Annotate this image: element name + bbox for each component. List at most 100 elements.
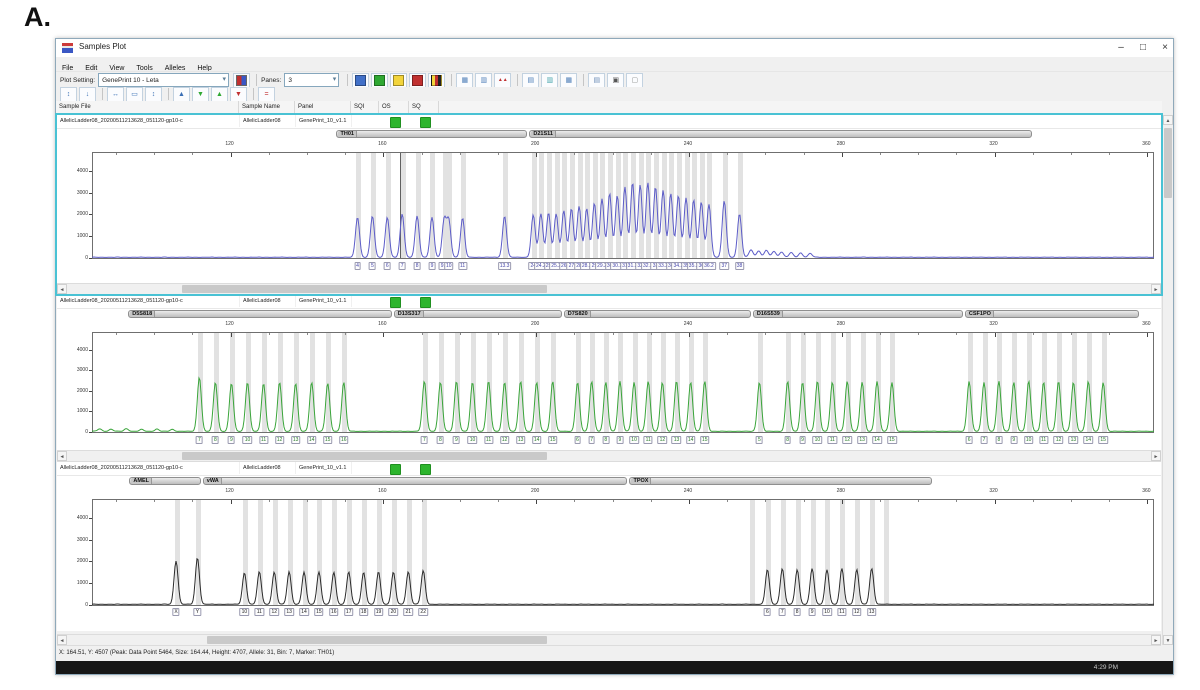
dye-green-button[interactable] bbox=[371, 73, 388, 88]
print-button[interactable]: ▣ bbox=[607, 73, 624, 88]
panes-combo[interactable]: 3 ▾ bbox=[284, 73, 339, 87]
allele-label[interactable]: 13 bbox=[1069, 436, 1079, 444]
allele-label[interactable]: 11 bbox=[644, 436, 653, 444]
allele-label[interactable]: 8 bbox=[414, 262, 421, 270]
scroll-right-arrow[interactable]: ► bbox=[1151, 635, 1161, 645]
scale-rfu-down-button[interactable]: ↓ bbox=[79, 87, 96, 102]
allele-label[interactable]: 5 bbox=[369, 262, 376, 270]
fit-to-window-button[interactable]: ▭ bbox=[126, 87, 143, 102]
allele-label[interactable]: 14 bbox=[307, 436, 317, 444]
allele-label[interactable]: 9 bbox=[809, 608, 816, 616]
allele-label[interactable]: 15 bbox=[700, 436, 710, 444]
allele-label[interactable]: 7 bbox=[779, 608, 786, 616]
allele-label[interactable]: 13 bbox=[516, 436, 526, 444]
allele-label[interactable]: 16 bbox=[329, 608, 339, 616]
allele-label[interactable]: 15 bbox=[548, 436, 558, 444]
allele-label[interactable]: X bbox=[172, 608, 179, 616]
zoom-x-out-button[interactable]: ↔ bbox=[107, 87, 124, 102]
allele-label[interactable]: 8 bbox=[602, 436, 609, 444]
allele-label[interactable]: 6 bbox=[384, 262, 391, 270]
plot-table-view-button[interactable]: ▥ bbox=[475, 73, 492, 88]
scroll-left-arrow[interactable]: ◄ bbox=[57, 284, 67, 294]
allele-label[interactable]: 11 bbox=[259, 436, 268, 444]
show-labels-button[interactable]: ▼ bbox=[192, 87, 209, 102]
show-all-peaks-button[interactable]: ▲ bbox=[173, 87, 190, 102]
marker-bar-amel[interactable]: AMEL bbox=[129, 477, 200, 485]
marker-bar-csf1po[interactable]: CSF1PO bbox=[965, 310, 1139, 318]
scroll-right-arrow[interactable]: ► bbox=[1151, 451, 1161, 461]
allele-label[interactable]: 15 bbox=[314, 608, 324, 616]
dye-red-button[interactable] bbox=[409, 73, 426, 88]
horizontal-scroll-thumb[interactable] bbox=[182, 285, 547, 293]
allele-label[interactable]: 5 bbox=[756, 436, 763, 444]
allele-label[interactable]: 11 bbox=[1039, 436, 1048, 444]
allele-label[interactable]: 4 bbox=[354, 262, 361, 270]
allele-label[interactable]: 14 bbox=[872, 436, 882, 444]
allele-label[interactable]: 11 bbox=[255, 608, 264, 616]
allele-label[interactable]: 14 bbox=[686, 436, 696, 444]
allele-label[interactable]: Y bbox=[194, 608, 201, 616]
allele-label[interactable]: 9 bbox=[1010, 436, 1017, 444]
allele-label[interactable]: 11 bbox=[484, 436, 493, 444]
allele-label[interactable]: 10 bbox=[243, 436, 253, 444]
overlay-panes-button[interactable]: ▥ bbox=[541, 73, 558, 88]
allele-label[interactable]: 13 bbox=[284, 608, 294, 616]
allele-label[interactable]: 10 bbox=[822, 608, 832, 616]
marker-bar-d16s539[interactable]: D16S539 bbox=[753, 310, 963, 318]
scroll-left-arrow[interactable]: ◄ bbox=[57, 635, 67, 645]
sample-info-row[interactable]: AllelicLadder08_20200511213628_051120-gp… bbox=[57, 462, 1161, 476]
allele-label[interactable]: 6 bbox=[574, 436, 581, 444]
allele-label[interactable]: 11 bbox=[458, 262, 467, 270]
lower-baseline-button[interactable]: ▼ bbox=[230, 87, 247, 102]
allele-label[interactable]: 14 bbox=[299, 608, 309, 616]
allele-label[interactable]: 13 bbox=[672, 436, 682, 444]
allele-label[interactable]: 20 bbox=[389, 608, 399, 616]
allele-label[interactable]: 12 bbox=[842, 436, 852, 444]
marker-bar-d7s820[interactable]: D7S820 bbox=[564, 310, 751, 318]
sample-info-row[interactable]: AllelicLadder08_20200511213628_051120-gp… bbox=[57, 115, 1161, 129]
allele-label[interactable]: 7 bbox=[196, 436, 203, 444]
allele-label[interactable]: 13 bbox=[291, 436, 301, 444]
allele-label[interactable]: 12 bbox=[269, 608, 279, 616]
allele-label[interactable]: 14 bbox=[532, 436, 542, 444]
allele-label[interactable]: 9 bbox=[799, 436, 806, 444]
allele-label[interactable]: 7 bbox=[588, 436, 595, 444]
allele-label[interactable]: 13 bbox=[867, 608, 877, 616]
horizontal-scroll-thumb[interactable] bbox=[207, 636, 547, 644]
allele-label[interactable]: 12 bbox=[275, 436, 285, 444]
allele-label[interactable]: 8 bbox=[996, 436, 1003, 444]
table-view-button[interactable]: ▦ bbox=[456, 73, 473, 88]
horizontal-scroll-thumb[interactable] bbox=[182, 452, 547, 460]
dye-blue-button[interactable] bbox=[352, 73, 369, 88]
marker-bar-tpox[interactable]: TPOX bbox=[629, 477, 932, 485]
dye-yellow-button[interactable] bbox=[390, 73, 407, 88]
allele-peaks-button[interactable]: ▲▲ bbox=[494, 73, 511, 88]
allele-label[interactable]: 13.3 bbox=[498, 262, 512, 270]
allele-label[interactable]: 15 bbox=[887, 436, 897, 444]
allele-label[interactable]: 15 bbox=[1098, 436, 1108, 444]
allele-label[interactable]: 7 bbox=[421, 436, 428, 444]
histogram-button[interactable]: ▦ bbox=[560, 73, 577, 88]
export-image-button[interactable]: ▢ bbox=[626, 73, 643, 88]
allele-label[interactable]: 12 bbox=[852, 608, 862, 616]
allele-label[interactable]: 9 bbox=[617, 436, 624, 444]
allele-label[interactable]: 11 bbox=[837, 608, 846, 616]
plot-setting-editor-icon[interactable] bbox=[233, 73, 250, 88]
allele-label[interactable]: 10 bbox=[468, 436, 478, 444]
allele-label[interactable]: 8 bbox=[794, 608, 801, 616]
allele-label[interactable]: 10 bbox=[1024, 436, 1034, 444]
maximize-button[interactable]: □ bbox=[1132, 39, 1154, 56]
allele-label[interactable]: 6 bbox=[764, 608, 771, 616]
scroll-left-arrow[interactable]: ◄ bbox=[57, 451, 67, 461]
zoom-x-in-button[interactable]: ↕ bbox=[145, 87, 162, 102]
scale-rfu-up-button[interactable]: ↕ bbox=[60, 87, 77, 102]
allele-label[interactable]: 19 bbox=[374, 608, 384, 616]
allele-label[interactable]: 14 bbox=[1084, 436, 1094, 444]
allele-label[interactable]: 38 bbox=[735, 262, 745, 270]
allele-label[interactable]: 6 bbox=[966, 436, 973, 444]
allele-label[interactable]: 10 bbox=[813, 436, 823, 444]
allele-label[interactable]: 8 bbox=[784, 436, 791, 444]
vertical-scroll-thumb[interactable] bbox=[1164, 128, 1172, 198]
allele-label[interactable]: 10 bbox=[629, 436, 639, 444]
marker-bar-vwa[interactable]: vWA bbox=[203, 477, 628, 485]
